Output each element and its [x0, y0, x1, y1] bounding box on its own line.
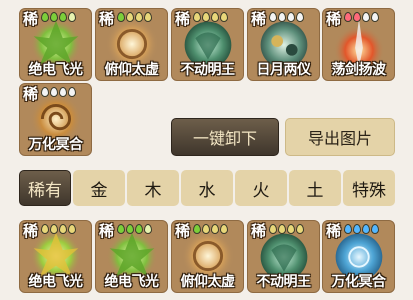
top-card-5[interactable]: 稀 荡剑扬波 [322, 8, 395, 81]
card-name: 万化冥合 [331, 274, 387, 290]
element-drops [41, 224, 76, 234]
rarity-badge: 稀 [99, 10, 115, 28]
element-drops [117, 224, 152, 234]
rarity-badge: 稀 [99, 222, 115, 240]
element-drops [193, 224, 228, 234]
element-drops [344, 12, 379, 22]
rarity-badge: 稀 [326, 10, 342, 28]
tab-metal[interactable]: 金 [73, 170, 125, 206]
card-name: 万化冥合 [28, 137, 84, 153]
card-name: 不动明王 [180, 62, 236, 78]
bottom-card-2[interactable]: 稀 绝电飞光 [95, 220, 168, 293]
element-drops [269, 224, 304, 234]
element-drops [269, 12, 304, 22]
rarity-badge: 稀 [251, 10, 267, 28]
element-drops [344, 224, 379, 234]
bottom-card-5[interactable]: 稀 万化冥合 [322, 220, 395, 293]
top-card-3[interactable]: 稀 不动明王 [171, 8, 244, 81]
bottom-card-1[interactable]: 稀 绝电飞光 [19, 220, 92, 293]
tab-rare[interactable]: 稀有 [19, 170, 71, 206]
export-image-button[interactable]: 导出图片 [285, 118, 395, 156]
tab-earth[interactable]: 土 [289, 170, 341, 206]
tab-special[interactable]: 特殊 [343, 170, 395, 206]
card-name: 荡剑扬波 [331, 62, 387, 78]
element-drops [41, 87, 76, 97]
card-name: 绝电飞光 [28, 274, 84, 290]
card-name: 不动明王 [256, 274, 312, 290]
element-drops [41, 12, 76, 22]
one-key-unload-button[interactable]: 一键卸下 [171, 118, 279, 156]
rarity-badge: 稀 [23, 10, 39, 28]
element-drops [193, 12, 228, 22]
element-drops [117, 12, 152, 22]
rarity-badge: 稀 [175, 10, 191, 28]
card-name: 俯仰太虚 [180, 274, 236, 290]
tab-fire[interactable]: 火 [235, 170, 287, 206]
card-name: 日月两仪 [256, 62, 312, 78]
bottom-card-3[interactable]: 稀 俯仰太虚 [171, 220, 244, 293]
card-name: 绝电飞光 [28, 62, 84, 78]
rarity-badge: 稀 [326, 222, 342, 240]
tab-water[interactable]: 水 [181, 170, 233, 206]
rarity-badge: 稀 [23, 85, 39, 103]
card-name: 绝电飞光 [104, 274, 160, 290]
bottom-card-4[interactable]: 稀 不动明王 [247, 220, 320, 293]
top-card-6[interactable]: 稀 万化冥合 [19, 83, 92, 156]
rarity-badge: 稀 [251, 222, 267, 240]
top-card-1[interactable]: 稀 绝电飞光 [19, 8, 92, 81]
rarity-badge: 稀 [175, 222, 191, 240]
card-name: 俯仰太虚 [104, 62, 160, 78]
top-card-4[interactable]: 稀 日月两仪 [247, 8, 320, 81]
tab-wood[interactable]: 木 [127, 170, 179, 206]
rarity-badge: 稀 [23, 222, 39, 240]
top-card-2[interactable]: 稀 俯仰太虚 [95, 8, 168, 81]
